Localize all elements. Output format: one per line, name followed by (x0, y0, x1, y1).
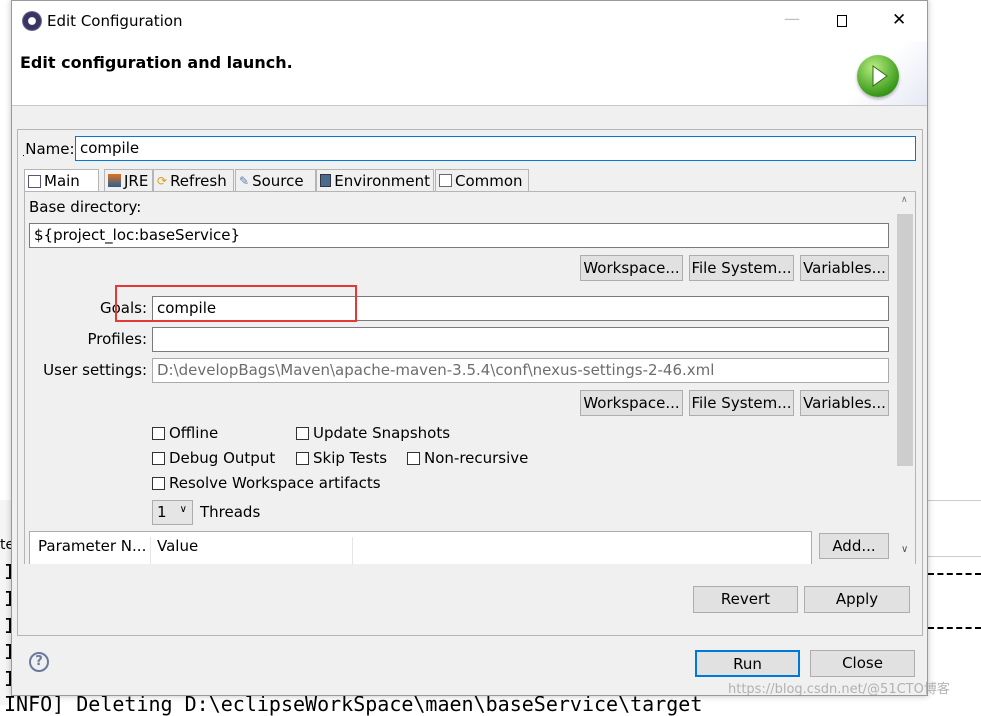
base-directory-label: Base directory: (29, 198, 142, 216)
user-settings-label: User settings: (43, 361, 147, 379)
checkbox-box[interactable] (152, 476, 165, 490)
eclipse-gear-icon (22, 11, 42, 31)
checkbox-label: Offline (169, 424, 219, 442)
profiles-input[interactable] (152, 327, 889, 352)
right-strip-divider (928, 556, 981, 557)
scroll-down-icon[interactable]: ∨ (901, 544, 908, 555)
revert-button[interactable]: Revert (693, 586, 798, 613)
highlight-box (115, 285, 357, 322)
variables-button-2[interactable]: Variables... (800, 390, 889, 416)
tab-source[interactable]: ✎ Source (235, 169, 316, 191)
checkbox-label: Debug Output (169, 449, 276, 467)
tab-main[interactable]: Main (24, 169, 99, 192)
tab-label: Main (44, 172, 80, 190)
maximize-button[interactable] (837, 15, 847, 27)
close-window-button[interactable]: ✕ (892, 10, 906, 30)
checkbox-box[interactable] (296, 426, 309, 440)
user-settings-input[interactable]: D:\developBags\Maven\apache-maven-3.5.4\… (152, 358, 889, 383)
apply-button[interactable]: Apply (804, 586, 910, 613)
base-directory-input[interactable]: ${project_loc:baseService} (29, 223, 889, 248)
tab-label: Common (455, 171, 523, 190)
update-snapshots-checkbox[interactable]: Update Snapshots (296, 424, 450, 442)
source-icon: ✎ (239, 174, 250, 188)
threads-label: Threads (200, 503, 261, 521)
tab-label: Source (252, 171, 304, 190)
help-icon[interactable]: ? (29, 652, 49, 672)
tab-label: Environment (334, 171, 430, 190)
tab-label: Refresh (170, 171, 227, 190)
non-recursive-checkbox[interactable]: Non-recursive (407, 449, 528, 467)
right-strip-divider (928, 500, 981, 501)
threads-select[interactable]: 1 ∨ (152, 500, 193, 525)
variables-button[interactable]: Variables... (800, 255, 889, 281)
chevron-down-icon: ∨ (179, 504, 187, 515)
tab-common[interactable]: Common (435, 169, 529, 191)
close-button[interactable]: Close (810, 650, 915, 677)
workspace-button-2[interactable]: Workspace... (580, 390, 683, 416)
checkbox-label: Resolve Workspace artifacts (169, 474, 381, 492)
debug-output-checkbox[interactable]: Debug Output (152, 449, 275, 467)
environment-icon (320, 174, 332, 187)
checkbox-box[interactable] (152, 426, 165, 440)
title-bar: Edit Configuration — ✕ (12, 1, 927, 41)
workspace-button[interactable]: Workspace... (580, 255, 683, 281)
name-label-text: Name: (24, 140, 75, 158)
dialog-title: Edit Configuration (47, 12, 183, 30)
column-header-value[interactable]: Value (157, 537, 353, 565)
tab-environment[interactable]: Environment (316, 169, 434, 191)
run-launch-icon (857, 55, 899, 97)
console-dash (928, 573, 981, 575)
scroll-up-icon[interactable]: ∧ (901, 195, 908, 205)
refresh-icon: ⟳ (157, 174, 168, 188)
tab-jre[interactable]: JRE (104, 169, 153, 191)
name-input[interactable]: compile (75, 136, 916, 161)
threads-value: 1 (157, 503, 167, 521)
checkbox-label: Update Snapshots (313, 424, 451, 442)
jre-icon (108, 174, 121, 187)
profiles-label: Profiles: (87, 330, 147, 348)
tab-refresh[interactable]: ⟳ Refresh (153, 169, 234, 191)
parameters-table[interactable]: Parameter N... Value (29, 531, 812, 565)
column-header-parameter-name[interactable]: Parameter N... (38, 537, 151, 565)
file-system-button[interactable]: File System... (689, 255, 794, 281)
checkbox-box[interactable] (296, 451, 309, 465)
name-label: NName: (23, 140, 75, 158)
header-text: Edit configuration and launch. (20, 53, 293, 72)
checkbox-label: Skip Tests (313, 449, 388, 467)
skip-tests-checkbox[interactable]: Skip Tests (296, 449, 387, 467)
checkbox-label: Non-recursive (424, 449, 529, 467)
run-button[interactable]: Run (695, 650, 800, 677)
watermark: https://blog.csdn.net/@51CTO博客 (728, 682, 950, 697)
header-banner: Edit configuration and launch. (12, 41, 927, 106)
tab-label: JRE (124, 171, 149, 190)
offline-checkbox[interactable]: Offline (152, 424, 218, 442)
checkbox-box[interactable] (152, 451, 165, 465)
minimize-button[interactable]: — (784, 9, 800, 28)
resolve-workspace-checkbox[interactable]: Resolve Workspace artifacts (152, 474, 381, 492)
scrollbar-thumb[interactable] (897, 214, 913, 466)
common-icon (439, 174, 452, 187)
edit-configuration-dialog: Edit Configuration — ✕ Edit configuratio… (11, 0, 928, 696)
main-tab-icon (28, 174, 41, 188)
vertical-scrollbar[interactable]: ∧ ∨ (896, 194, 914, 562)
console-dash (928, 627, 981, 629)
checkbox-box[interactable] (407, 451, 420, 465)
add-parameter-button[interactable]: Add... (819, 533, 889, 559)
file-system-button-2[interactable]: File System... (689, 390, 794, 416)
